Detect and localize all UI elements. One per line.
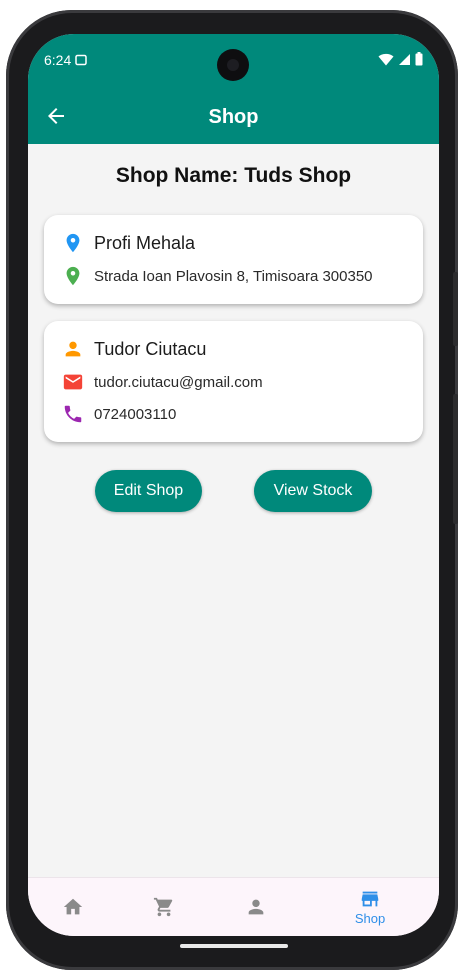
location-pin-icon	[66, 233, 80, 253]
location-card: Profi Mehala Strada Ioan Plavosin 8, Tim…	[44, 215, 423, 304]
gesture-handle[interactable]	[180, 944, 288, 948]
wifi-icon	[378, 53, 394, 65]
signal-icon	[399, 53, 410, 65]
page-title: Shop	[208, 106, 259, 128]
owner-phone[interactable]: 0724003110	[94, 406, 176, 423]
owner-name: Tudor Ciutacu	[94, 338, 207, 359]
view-stock-button[interactable]: View Stock	[254, 470, 372, 512]
owner-email[interactable]: tudor.ciutacu@gmail.com	[94, 374, 263, 391]
status-time: 6:24	[44, 52, 72, 68]
phone-row: 0724003110	[62, 403, 176, 425]
store-address: Strada Ioan Plavosin 8, Timisoara 300350	[94, 267, 373, 285]
store-name-row: Profi Mehala	[62, 232, 195, 254]
volume-button	[453, 272, 458, 346]
nav-item-cart[interactable]	[114, 878, 214, 936]
email-row: tudor.ciutacu@gmail.com	[62, 371, 263, 393]
owner-row: Tudor Ciutacu	[62, 338, 206, 360]
nav-item-shop-label: Shop	[354, 911, 386, 926]
app-bar: 6:24 Shop	[28, 34, 439, 144]
bottom-navigation: Shop	[28, 877, 439, 936]
screenshot-notification-icon	[75, 54, 87, 66]
power-button	[453, 394, 458, 524]
phone-icon	[64, 405, 82, 423]
shop-name-heading: Shop Name: Tuds Shop	[115, 164, 352, 187]
cart-icon	[153, 897, 173, 917]
front-camera	[217, 49, 249, 81]
store-icon	[361, 891, 379, 907]
address-pin-icon	[66, 266, 80, 286]
person-icon	[65, 341, 81, 357]
nav-item-profile[interactable]	[206, 878, 306, 936]
edit-shop-button[interactable]: Edit Shop	[95, 470, 202, 512]
home-icon	[63, 898, 83, 915]
app-screen: 6:24 Shop Shop Name: Tuds Shop Profi Meh…	[28, 34, 439, 936]
email-icon	[63, 374, 83, 390]
nav-item-shop[interactable]: Shop	[320, 878, 420, 936]
nav-item-home[interactable]	[28, 878, 123, 936]
contact-card: Tudor Ciutacu tudor.ciutacu@gmail.com 07…	[44, 321, 423, 442]
status-icons	[378, 52, 423, 66]
status-time-group: 6:24	[44, 52, 87, 68]
address-row: Strada Ioan Plavosin 8, Timisoara 300350	[62, 265, 373, 287]
person-icon	[248, 899, 264, 915]
battery-icon	[415, 52, 423, 66]
store-name: Profi Mehala	[94, 232, 196, 253]
